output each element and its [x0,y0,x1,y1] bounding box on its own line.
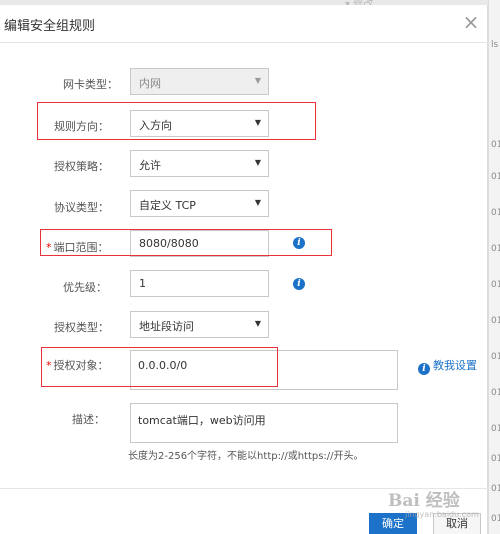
highlight-box-auth-object [41,347,278,387]
background-cell: 01 [491,316,500,326]
caret-down-icon: ▼ [254,158,261,167]
highlight-box-port-range [40,229,332,256]
highlight-box-direction [37,102,316,140]
background-cell: 01 [491,424,500,434]
caret-down-icon: ▼ [254,76,261,85]
protocol-value: 自定义 TCP [139,199,196,212]
caret-down-icon: ▼ [254,198,261,207]
priority-value: 1 [139,277,146,290]
dialog-title: 编辑安全组规则 [4,19,96,34]
priority-label: 优先级： [63,281,107,294]
background-cell: 01 [491,484,500,494]
info-icon: i [418,363,430,375]
background-cell: 01 [491,244,500,254]
auth-type-select[interactable]: 地址段访问 ▼ [130,311,269,338]
teach-me-setup-link[interactable]: i 教我设置 [418,357,477,375]
description-value: tomcat端口，web访问用 [138,414,266,427]
background-cell: 01 [491,208,500,218]
description-textarea[interactable]: tomcat端口，web访问用 [130,403,398,443]
background-cell: 01 [491,514,500,524]
caret-down-icon: ▼ [254,319,261,328]
info-icon[interactable]: i [293,278,305,290]
background-cell: 01 [491,352,500,362]
background-cell: 01 [491,140,500,150]
teach-me-setup-label: 教我设置 [433,359,477,372]
protocol-select[interactable]: 自定义 TCP ▼ [130,190,269,217]
auth-type-value: 地址段访问 [139,320,194,333]
background-cell: 01 [491,280,500,290]
background-cell: ls [491,40,499,50]
policy-select[interactable]: 允许 ▼ [130,150,269,177]
policy-label: 授权策略： [54,160,109,173]
description-label: 描述： [72,413,105,426]
background-cell: 01 [491,172,500,182]
nic-type-label: 网卡类型： [63,78,118,91]
background-right-column: ls 01 01 01 01 01 01 01 01 01 01 01 01 [488,0,500,534]
protocol-label: 协议类型： [54,201,109,214]
nic-type-value: 内网 [139,77,161,90]
close-icon[interactable]: × [460,11,482,33]
dialog-header: 编辑安全组规则 × [0,5,488,43]
priority-input[interactable]: 1 [130,270,269,297]
baidu-watermark-url: jingyan.baidu.com [405,510,479,519]
baidu-watermark: Bai 经验 [388,491,460,511]
nic-type-select: 内网 ▼ [130,68,269,95]
auth-type-label: 授权类型： [54,321,109,334]
policy-value: 允许 [139,159,161,172]
background-cell: 01 [491,388,500,398]
background-cell: 01 [491,454,500,464]
description-hint: 长度为2-256个字符，不能以http://或https://开头。 [128,451,364,462]
